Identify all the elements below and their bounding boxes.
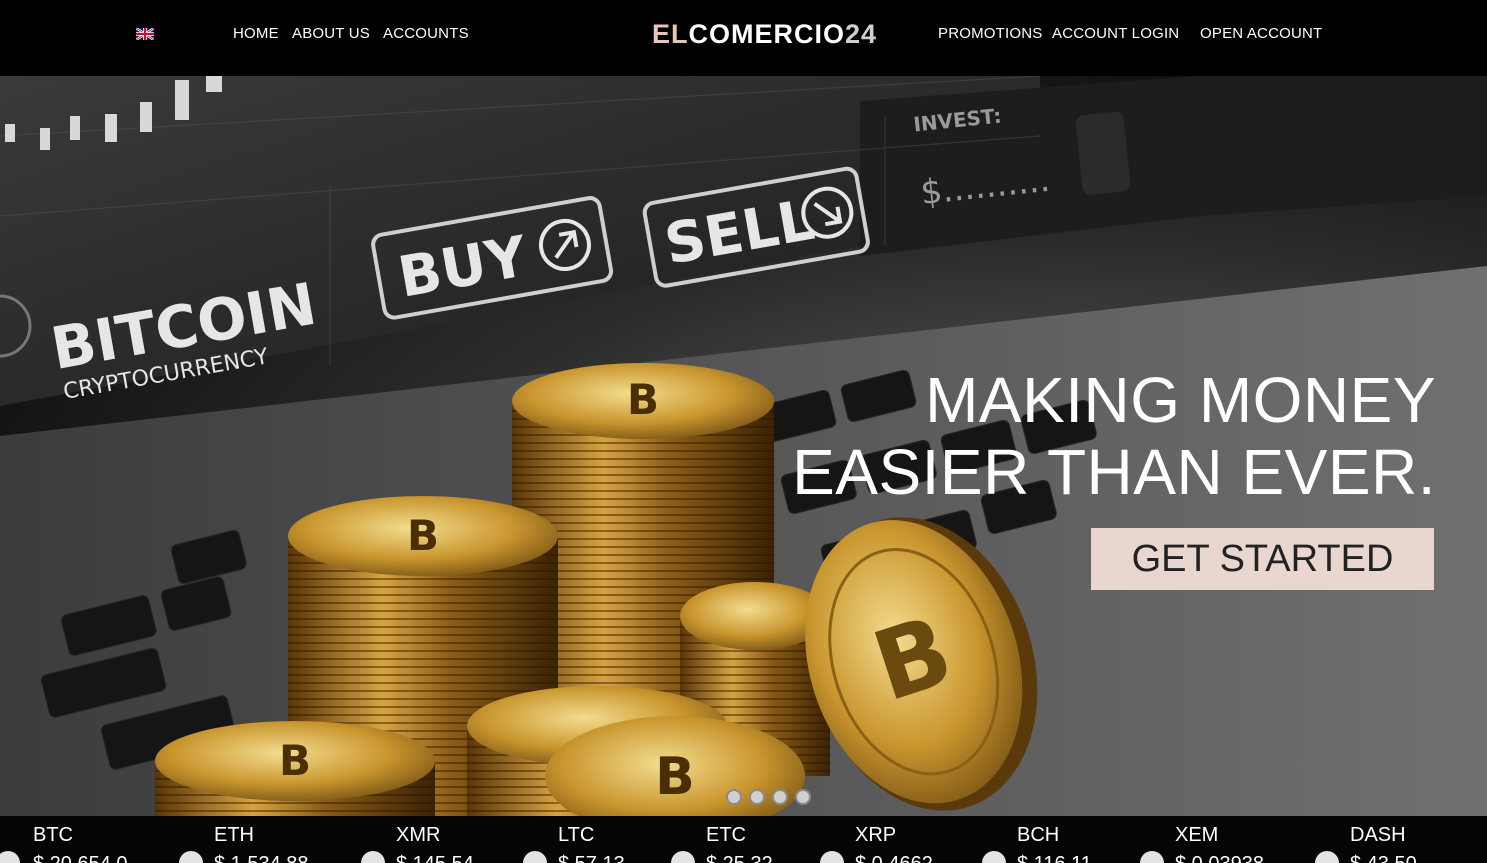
headline-line-1: MAKING MONEY — [925, 364, 1436, 436]
coin-icon — [1315, 851, 1339, 863]
hero-slider: BITCOIN CRYPTOCURRENCY BUY SELL INVEST: … — [0, 76, 1487, 816]
slider-dot-3[interactable] — [772, 789, 788, 805]
logo-part-el: EL — [652, 19, 689, 49]
nav-account-login[interactable]: ACCOUNT LOGIN — [1052, 24, 1179, 44]
ticker-symbol: ETC — [706, 824, 746, 846]
ticker-symbol: XRP — [855, 824, 897, 846]
crypto-price-ticker: BTC $ 20,654.0 ETH $ 1,534.88 XMR $ 145.… — [0, 816, 1487, 863]
ticker-symbol: LTC — [558, 824, 595, 846]
uk-flag-icon[interactable] — [136, 28, 154, 40]
top-navbar: HOME ABOUT US ACCOUNTS ELCOMERCIO24 PROM… — [0, 0, 1487, 76]
ticker-symbol: BCH — [1017, 824, 1060, 846]
coin-symbol: B — [627, 375, 659, 424]
coin-icon — [1140, 851, 1164, 863]
coin-icon — [361, 851, 385, 863]
coin-stack-front-left: B — [155, 721, 435, 816]
ticker-price: $ 116.11 — [1017, 853, 1092, 863]
nav-open-account[interactable]: OPEN ACCOUNT — [1200, 24, 1322, 44]
coin-icon — [0, 851, 20, 863]
nav-about-us[interactable]: ABOUT US — [292, 24, 370, 44]
coin-symbol: B — [279, 736, 311, 785]
ticker-price: $ 43.50 — [1350, 853, 1417, 863]
ticker-price: $ 0.4662 — [855, 853, 933, 863]
coin-icon — [982, 851, 1006, 863]
coin-icon — [179, 851, 203, 863]
coin-icon — [523, 851, 547, 863]
ticker-price: $ 145.54 — [396, 853, 474, 863]
ticker-price: $ 20,654.0 — [33, 853, 128, 863]
headline-line-2: EASIER THAN EVER. — [792, 436, 1436, 508]
nav-accounts[interactable]: ACCOUNTS — [383, 24, 469, 44]
nav-home[interactable]: HOME — [233, 24, 279, 44]
hero-headline: MAKING MONEY EASIER THAN EVER. — [792, 364, 1436, 508]
logo-part-comercio: COMERCIO — [688, 19, 846, 49]
logo-part-24: 24 — [845, 19, 878, 49]
ticker-symbol: DASH — [1350, 824, 1406, 846]
coin-symbol: B — [407, 511, 439, 560]
slider-dot-4[interactable] — [795, 789, 811, 805]
coin-icon — [820, 851, 844, 863]
ticker-symbol: ETH — [214, 824, 254, 846]
coin-icon — [671, 851, 695, 863]
site-logo[interactable]: ELCOMERCIO24 — [652, 18, 877, 50]
ticker-price: $ 0.03938 — [1175, 853, 1264, 863]
ticker-price: $ 25.32 — [706, 853, 773, 863]
ticker-symbol: XMR — [396, 824, 441, 846]
ticker-price: $ 57.13 — [558, 853, 625, 863]
ticker-symbol: XEM — [1175, 824, 1219, 846]
slider-dot-1[interactable] — [726, 789, 742, 805]
nav-promotions[interactable]: PROMOTIONS — [938, 24, 1043, 44]
get-started-button[interactable]: GET STARTED — [1091, 528, 1434, 590]
slider-dot-2[interactable] — [749, 789, 765, 805]
coin-symbol: B — [655, 747, 695, 807]
ticker-symbol: BTC — [33, 824, 73, 846]
ticker-price: $ 1,534.88 — [214, 853, 309, 863]
